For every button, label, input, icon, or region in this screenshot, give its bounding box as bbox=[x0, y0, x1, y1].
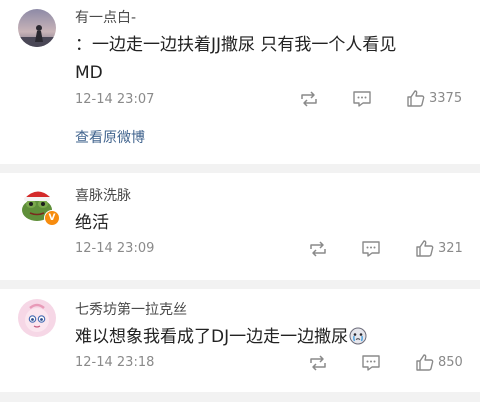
comment-text: ：一边走一边扶着JJ撒尿 只有我一个人看见 MD bbox=[75, 31, 465, 87]
comment-text-line: MD bbox=[75, 63, 103, 83]
crying-face-emoji bbox=[349, 327, 367, 345]
repost-icon bbox=[310, 241, 326, 257]
like-count: 850 bbox=[438, 355, 463, 370]
comment-bubble-icon bbox=[353, 91, 371, 107]
pink-cartoon-avatar bbox=[18, 299, 56, 337]
view-original-link[interactable]: 查看原微博 bbox=[75, 127, 145, 147]
comment-button[interactable] bbox=[361, 240, 381, 258]
like-count: 321 bbox=[438, 241, 463, 256]
comment-text: 绝活 bbox=[75, 213, 109, 233]
username[interactable]: 七秀坊第一拉克丝 bbox=[75, 299, 187, 319]
timestamp: 12-14 23:18 bbox=[75, 355, 155, 370]
comment-bubble-icon bbox=[362, 241, 380, 257]
like-button[interactable]: 850 bbox=[415, 353, 463, 372]
comment-bubble-icon bbox=[362, 355, 380, 371]
comment-text-body: 难以想象我看成了DJ一边走一边撒尿 bbox=[75, 327, 349, 347]
separator bbox=[0, 392, 480, 402]
like-button[interactable]: 3375 bbox=[406, 89, 462, 108]
repost-icon bbox=[310, 355, 326, 371]
comment-text-line: ：一边走一边扶着JJ撒尿 只有我一个人看见 bbox=[75, 35, 397, 55]
thumbs-up-icon bbox=[407, 90, 425, 107]
like-button[interactable]: 321 bbox=[415, 239, 463, 258]
timestamp: 12-14 23:07 bbox=[75, 92, 155, 107]
comment-item: 七秀坊第一拉克丝 难以想象我看成了DJ一边走一边撒尿 12-14 23:18 8… bbox=[0, 289, 480, 392]
thumbs-up-icon bbox=[416, 240, 434, 257]
repost-button[interactable] bbox=[308, 354, 328, 372]
username[interactable]: 喜脉洗脉 bbox=[75, 185, 131, 205]
repost-button[interactable] bbox=[308, 240, 328, 258]
repost-button[interactable] bbox=[299, 90, 319, 108]
comment-text: 难以想象我看成了DJ一边走一边撒尿 bbox=[75, 323, 465, 351]
silhouette-dusk-avatar bbox=[18, 9, 56, 47]
comment-button[interactable] bbox=[361, 354, 381, 372]
username[interactable]: 有一点白- bbox=[75, 7, 136, 27]
repost-icon bbox=[301, 91, 317, 107]
separator bbox=[0, 164, 480, 173]
avatar[interactable] bbox=[18, 299, 56, 337]
comment-item: V 喜脉洗脉 绝活 12-14 23:09 321 bbox=[0, 173, 480, 280]
comment-button[interactable] bbox=[352, 90, 372, 108]
avatar[interactable] bbox=[18, 9, 56, 47]
like-count: 3375 bbox=[429, 91, 463, 106]
thumbs-up-icon bbox=[416, 354, 434, 371]
timestamp: 12-14 23:09 bbox=[75, 241, 155, 256]
badge-letter: V bbox=[48, 213, 56, 223]
verified-v-badge-icon: V bbox=[44, 210, 60, 226]
separator bbox=[0, 280, 480, 289]
comment-item: 有一点白- ：一边走一边扶着JJ撒尿 只有我一个人看见 MD 12-14 23:… bbox=[0, 0, 480, 164]
